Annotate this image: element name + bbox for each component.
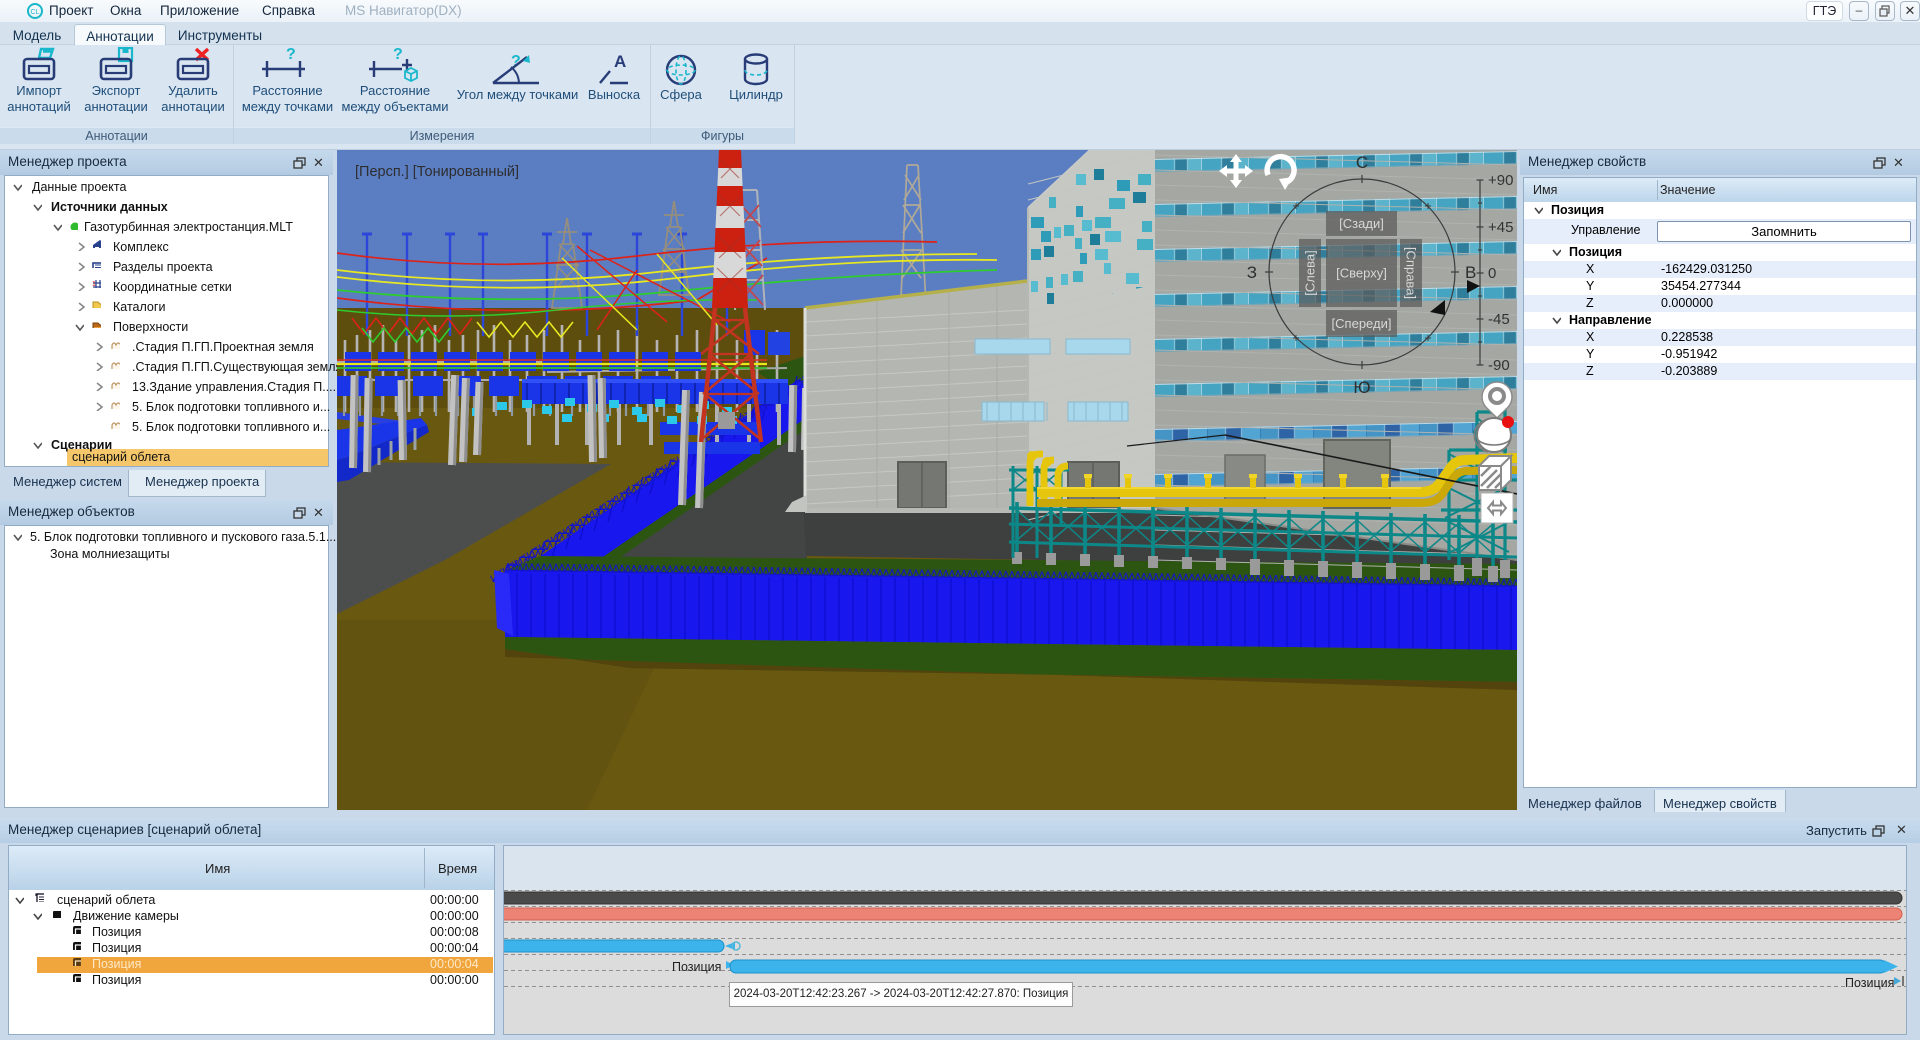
svg-text:[Слева]: [Слева] [1303, 250, 1318, 295]
svg-text:1: 1 [92, 281, 96, 288]
svg-text:?: ? [393, 47, 403, 63]
svg-text:Позиция: Позиция [672, 960, 721, 974]
svg-text:В: В [1465, 263, 1476, 282]
svg-text:[Спереди]: [Спереди] [1332, 316, 1392, 331]
svg-text:+90: +90 [1488, 172, 1513, 189]
svg-text:0: 0 [1488, 265, 1496, 282]
svg-text:Ю: Ю [1353, 378, 1370, 397]
svg-text:[Сзади]: [Сзади] [1339, 216, 1384, 231]
svg-text:+45: +45 [1488, 219, 1513, 236]
svg-text:Позиция: Позиция [1845, 976, 1894, 990]
svg-text:CL: CL [31, 9, 40, 16]
svg-text:?: ? [286, 47, 296, 63]
svg-text:[Справа]: [Справа] [1404, 247, 1419, 299]
svg-text:-90: -90 [1488, 357, 1510, 374]
svg-text:З: З [1247, 263, 1257, 282]
svg-text:[Сверху]: [Сверху] [1336, 266, 1387, 281]
svg-text:A: A [614, 53, 626, 71]
svg-text:[Персп.] [Тонированный]: [Персп.] [Тонированный] [355, 164, 519, 180]
svg-text:-45: -45 [1488, 311, 1510, 328]
svg-text:С: С [1356, 153, 1368, 172]
